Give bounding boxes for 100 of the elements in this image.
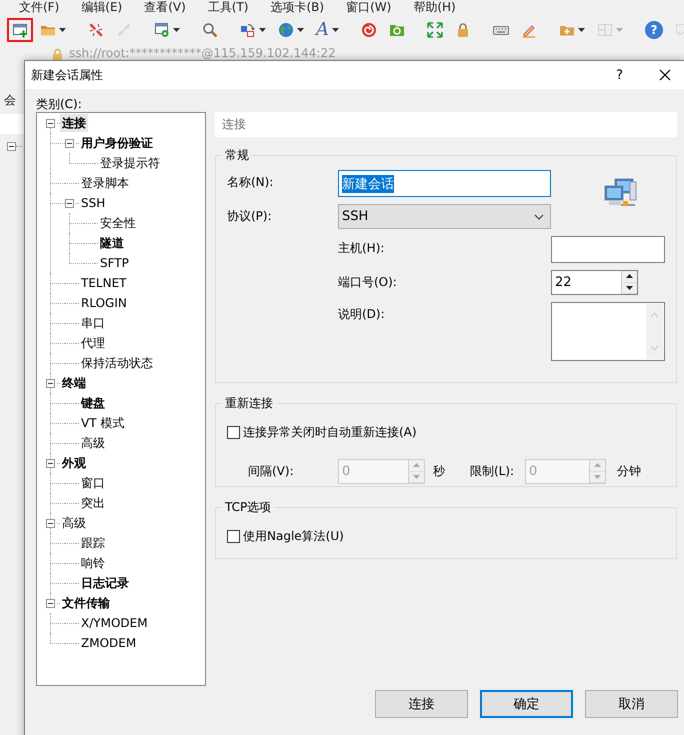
tree-item[interactable]: X/YMODEM xyxy=(79,614,150,632)
tree-item[interactable]: 窗口 xyxy=(79,474,107,492)
category-tree[interactable]: 连接 用户身份验证 登录提示符 登录脚本 SSH 安全性 隧道 SFTP TELNET RLOGIN 串口 代理 保持活动状态 终端 键盘 VT 模式 高级 外观 窗口 突出 高级 跟踪 响铃 日志记录 文件传输 X/YMODEM ZMODEM xyxy=(36,112,206,686)
input-field[interactable]: 新建会话 xyxy=(338,170,551,197)
tree-item[interactable]: 高级 xyxy=(60,514,88,532)
collapse-icon[interactable] xyxy=(46,118,55,128)
link-icon xyxy=(116,22,132,38)
tree-item[interactable]: 外观 xyxy=(60,454,88,472)
caret-icon xyxy=(332,28,339,32)
group-title: 重新连接 xyxy=(224,395,274,412)
triangle-down-icon xyxy=(413,474,420,479)
tree-item[interactable]: 用户身份验证 xyxy=(79,134,155,152)
expand-icon xyxy=(427,22,443,38)
group-title: TCP选项 xyxy=(224,499,272,516)
menu-item[interactable]: 文件(F) xyxy=(19,0,60,14)
globe-icon xyxy=(278,22,294,38)
lock-icon xyxy=(455,22,471,38)
tree-item[interactable]: SSH xyxy=(79,194,108,212)
spin-down-button[interactable] xyxy=(622,282,637,294)
search-icon xyxy=(202,22,218,38)
window-gear-icon xyxy=(154,22,170,38)
unit-label: 秒 xyxy=(433,463,446,480)
triangle-up-icon xyxy=(594,463,601,468)
collapse-icon[interactable] xyxy=(46,458,55,468)
broken-link-icon xyxy=(88,22,104,38)
field-label: 限制(L): xyxy=(470,463,516,480)
collapse-icon[interactable] xyxy=(65,198,74,208)
protocol-dropdown[interactable]: SSH xyxy=(338,204,551,229)
dialog-button[interactable]: 确定 xyxy=(480,690,573,718)
caret-icon xyxy=(259,28,266,32)
tree-item[interactable]: 键盘 xyxy=(79,394,107,412)
scroll-down-icon xyxy=(650,345,659,351)
window-title: 新建会话属性 xyxy=(31,66,104,84)
tree-item[interactable]: 登录脚本 xyxy=(79,174,131,192)
checkbox-label[interactable]: 连接异常关闭时自动重新连接(A) xyxy=(243,424,417,441)
tree-item[interactable]: 响铃 xyxy=(79,554,107,572)
checkbox[interactable] xyxy=(227,530,240,543)
panel-tab[interactable]: 会 xyxy=(0,93,24,107)
help-button[interactable]: ? xyxy=(616,68,623,82)
new-session-button[interactable] xyxy=(7,18,33,42)
menu-item[interactable]: 选项卡(B) xyxy=(270,0,324,14)
input-field[interactable] xyxy=(551,236,665,263)
squares-arrow-icon xyxy=(240,22,256,38)
dialog-button[interactable]: 取消 xyxy=(585,690,678,718)
field-label: 间隔(V): xyxy=(248,463,295,480)
menu-item[interactable]: 窗口(W) xyxy=(346,0,392,14)
folder-icon xyxy=(389,22,405,38)
tree-item[interactable]: 连接 xyxy=(60,114,88,132)
triangle-down-icon xyxy=(626,286,633,290)
panel-header: 连接 xyxy=(215,112,677,137)
spin-field[interactable]: 22 xyxy=(551,270,638,295)
tree-item[interactable]: 安全性 xyxy=(98,214,138,232)
field-label: 说明(D): xyxy=(338,306,386,323)
spin-up-button[interactable] xyxy=(622,271,637,282)
tree-item[interactable]: 文件传输 xyxy=(60,594,112,612)
field-label: 协议(P): xyxy=(227,208,273,225)
tree-item[interactable]: RLOGIN xyxy=(79,294,129,312)
checkbox-label[interactable]: 使用Nagle算法(U) xyxy=(243,528,344,545)
menu-item[interactable]: 查看(V) xyxy=(144,0,186,14)
group-title: 常规 xyxy=(224,147,250,164)
text-area[interactable] xyxy=(551,302,665,361)
scroll-up-icon xyxy=(650,312,659,318)
lock-icon xyxy=(52,48,63,60)
dialog-button[interactable]: 连接 xyxy=(375,690,468,718)
swirl-icon xyxy=(361,22,377,38)
caret-icon xyxy=(59,28,66,32)
tree-item[interactable]: SFTP xyxy=(98,254,131,272)
checkbox[interactable] xyxy=(227,426,240,439)
tree-item[interactable]: 隧道 xyxy=(98,234,126,252)
triangle-up-icon xyxy=(413,463,420,468)
menu-item[interactable]: 帮助(H) xyxy=(413,0,456,14)
menu-item[interactable]: 工具(T) xyxy=(208,0,248,14)
collapse-icon[interactable] xyxy=(46,598,55,608)
tree-item[interactable]: 登录提示符 xyxy=(98,154,162,172)
collapse-icon[interactable] xyxy=(46,518,55,528)
font-button[interactable]: A xyxy=(311,18,344,42)
new-window-icon xyxy=(12,22,28,38)
tree-item[interactable]: 突出 xyxy=(79,494,107,512)
caret-icon xyxy=(578,28,585,32)
tree-item[interactable]: 日志记录 xyxy=(79,574,131,592)
caret-icon xyxy=(297,28,304,32)
tree-item[interactable]: ZMODEM xyxy=(79,634,138,652)
tree-item[interactable]: VT 模式 xyxy=(79,414,126,432)
menu-item[interactable]: 编辑(E) xyxy=(81,0,122,14)
caret-icon xyxy=(173,28,180,32)
input-field[interactable] xyxy=(0,114,24,134)
tree-item[interactable]: 串口 xyxy=(79,314,107,332)
caret-icon xyxy=(616,28,623,32)
triangle-down-icon xyxy=(594,474,601,479)
collapse-icon[interactable] xyxy=(65,138,74,148)
tree-item[interactable]: 保持活动状态 xyxy=(79,354,155,372)
help-button[interactable]: ? xyxy=(640,18,668,42)
tree-item[interactable]: 跟踪 xyxy=(79,534,107,552)
tree-item[interactable]: TELNET xyxy=(79,274,128,292)
collapse-icon[interactable] xyxy=(46,378,55,388)
tree-item[interactable]: 终端 xyxy=(60,374,88,392)
scrollbar[interactable] xyxy=(646,304,663,359)
tree-item[interactable]: 高级 xyxy=(79,434,107,452)
tree-item[interactable]: 代理 xyxy=(79,334,107,352)
category-label: 类别(C): xyxy=(36,96,83,112)
